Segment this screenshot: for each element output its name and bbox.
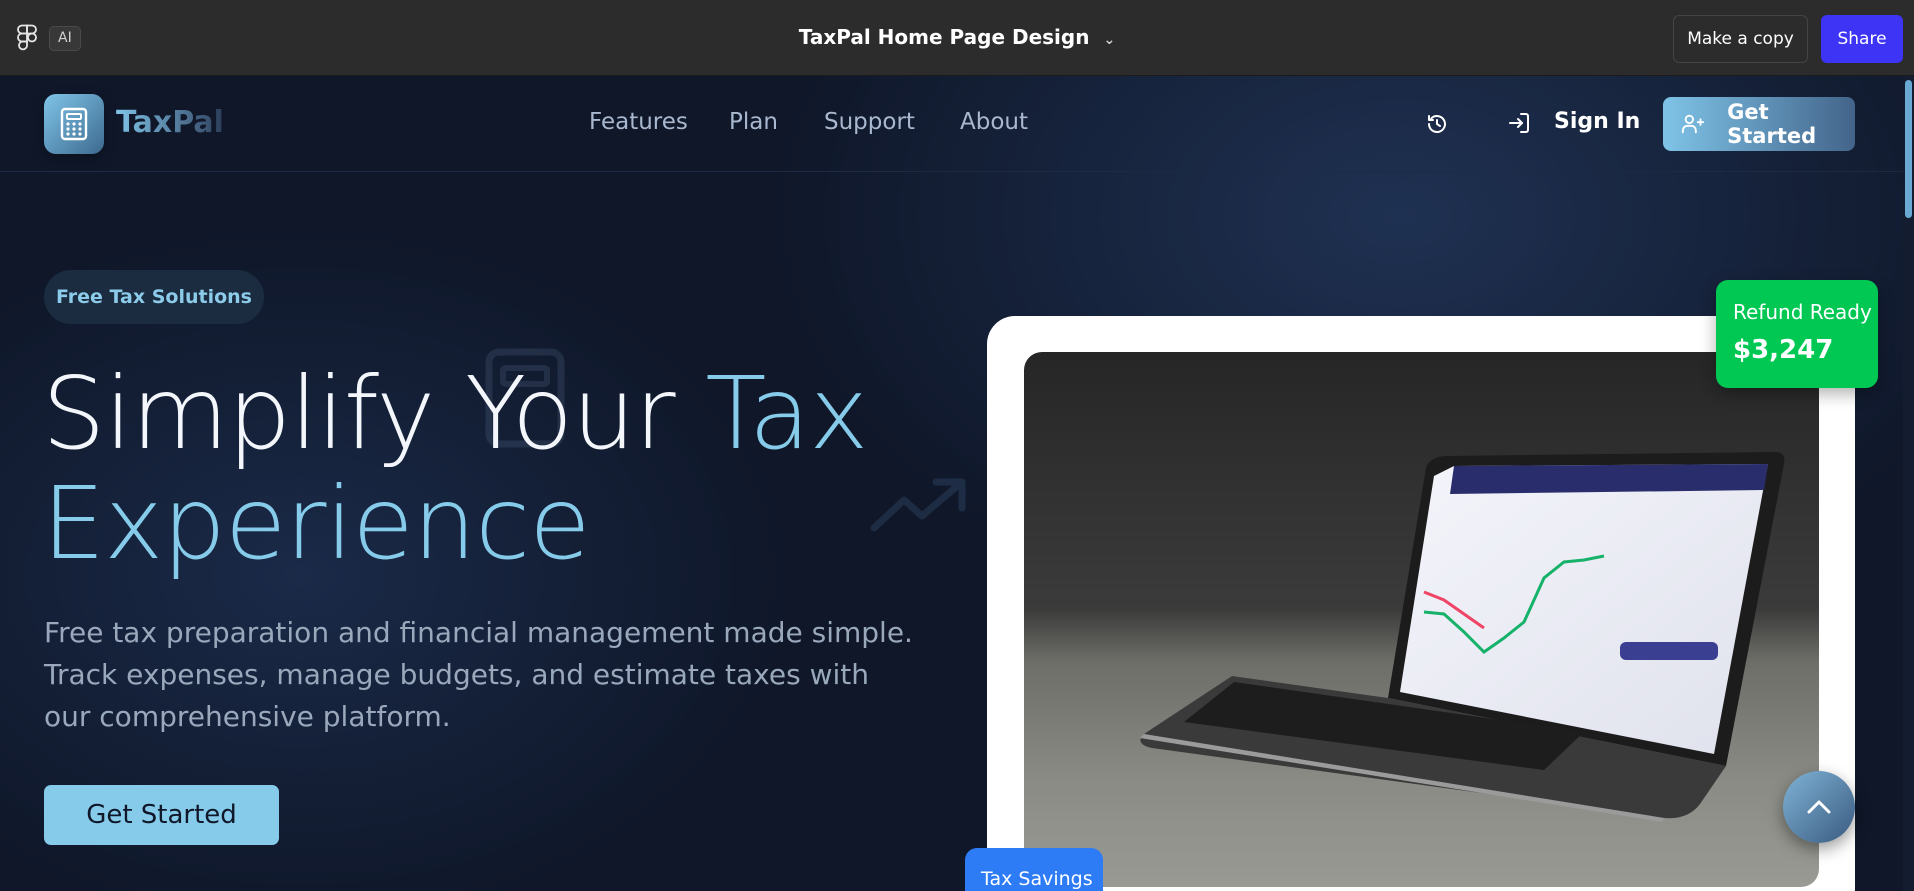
- nav-link-about[interactable]: About: [960, 109, 1028, 135]
- laptop-photo: [1024, 352, 1819, 887]
- hero-title: Simplify Your Tax Experience: [42, 359, 868, 582]
- nav-link-plan[interactable]: Plan: [729, 109, 778, 135]
- hero-title-accent-tax: Tax: [705, 355, 868, 472]
- trending-up-icon: [870, 478, 966, 532]
- nav-link-support[interactable]: Support: [824, 109, 915, 135]
- site-header: TaxPal Features Plan Support About Sign …: [0, 76, 1904, 172]
- vertical-scrollbar[interactable]: [1903, 76, 1914, 891]
- refund-label: Refund Ready: [1733, 300, 1872, 324]
- header-get-started-label: Get Started: [1727, 100, 1817, 148]
- share-button[interactable]: Share: [1821, 15, 1903, 63]
- user-plus-icon: [1681, 114, 1705, 134]
- hero-title-line1: Simplify Your: [42, 355, 706, 472]
- free-tax-solutions-badge: Free Tax Solutions: [44, 270, 264, 324]
- hero-get-started-button[interactable]: Get Started: [44, 785, 279, 845]
- scrollbar-thumb[interactable]: [1905, 80, 1912, 218]
- header-get-started-button[interactable]: Get Started: [1663, 97, 1855, 151]
- scroll-to-top-button[interactable]: [1783, 771, 1855, 843]
- hero-subtitle: Free tax preparation and financial manag…: [44, 616, 913, 733]
- hero-title-accent-experience: Experience: [42, 465, 591, 582]
- tax-savings-card: Tax Savings: [965, 848, 1103, 891]
- make-copy-button[interactable]: Make a copy: [1673, 15, 1808, 63]
- sign-in-icon[interactable]: [1507, 111, 1531, 135]
- figma-icon[interactable]: [16, 24, 38, 54]
- chevron-down-icon[interactable]: ⌄: [1103, 32, 1115, 48]
- refund-amount: $3,247: [1733, 335, 1834, 365]
- calculator-icon[interactable]: [44, 94, 104, 154]
- figma-toolbar: AI TaxPal Home Page Design ⌄ Make a copy …: [0, 0, 1914, 76]
- history-icon[interactable]: [1425, 112, 1449, 136]
- file-title-text[interactable]: TaxPal Home Page Design: [799, 25, 1090, 49]
- nav-link-features[interactable]: Features: [589, 109, 688, 135]
- brand-name[interactable]: TaxPal: [116, 105, 224, 140]
- ai-button[interactable]: AI: [49, 26, 81, 51]
- refund-ready-card: Refund Ready $3,247: [1716, 280, 1878, 388]
- sign-in-link[interactable]: Sign In: [1554, 109, 1640, 134]
- prototype-canvas: TaxPal Features Plan Support About Sign …: [0, 76, 1914, 891]
- chevron-up-icon: [1807, 800, 1831, 814]
- file-title: TaxPal Home Page Design ⌄: [0, 25, 1914, 49]
